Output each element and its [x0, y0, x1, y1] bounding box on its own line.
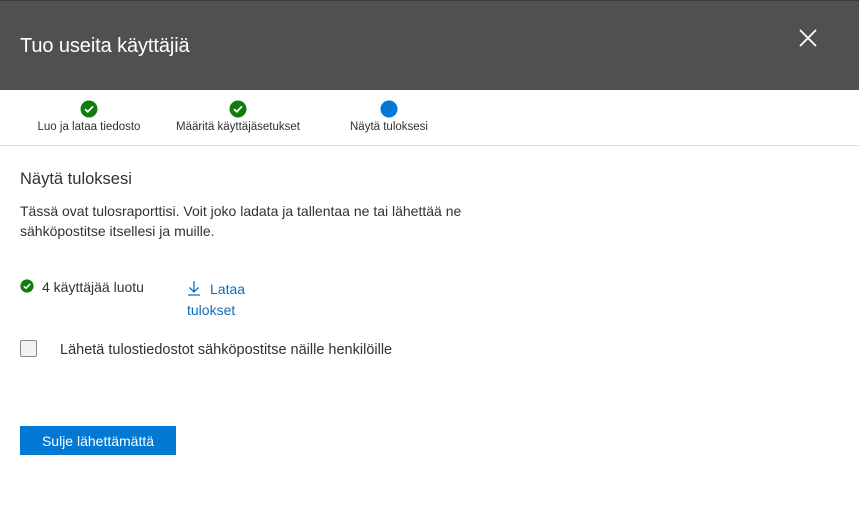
step-create-and-upload: Luo ja lataa tiedosto: [28, 100, 150, 133]
close-button[interactable]: [793, 23, 823, 53]
step-label: Määritä käyttäjäsetukset: [175, 121, 300, 133]
panel-title: Tuo useita käyttäjiä: [20, 35, 190, 57]
email-results-label: Lähetä tulostiedostot sähköpostitse näil…: [60, 342, 393, 358]
checkmark-circle-icon: [80, 100, 98, 118]
step-show-results: Näytä tuloksesi: [339, 100, 439, 133]
checkmark-circle-icon: [229, 100, 247, 118]
download-results-link[interactable]: Lataa tulokset: [187, 279, 267, 321]
users-created-text: 4 käyttäjää luotu: [42, 279, 144, 295]
wizard-stepper: Luo ja lataa tiedosto Määritä käyttäjäse…: [0, 90, 859, 146]
step-label: Näytä tuloksesi: [350, 121, 428, 133]
section-title: Näytä tuloksesi: [20, 170, 132, 188]
step-configure-settings: Määritä käyttäjäsetukset: [167, 100, 309, 133]
checkmark-circle-icon: [20, 279, 34, 293]
close-icon: [799, 29, 817, 47]
download-icon: [188, 281, 200, 296]
close-without-sending-button[interactable]: Sulje lähettämättä: [20, 426, 176, 455]
current-step-dot-icon: [380, 100, 398, 118]
step-label: Luo ja lataa tiedosto: [37, 121, 141, 133]
results-description: Tässä ovat tulosraporttisi. Voit joko la…: [20, 203, 462, 239]
panel-header: Tuo useita käyttäjiä: [0, 0, 859, 90]
email-results-checkbox[interactable]: [20, 340, 37, 357]
